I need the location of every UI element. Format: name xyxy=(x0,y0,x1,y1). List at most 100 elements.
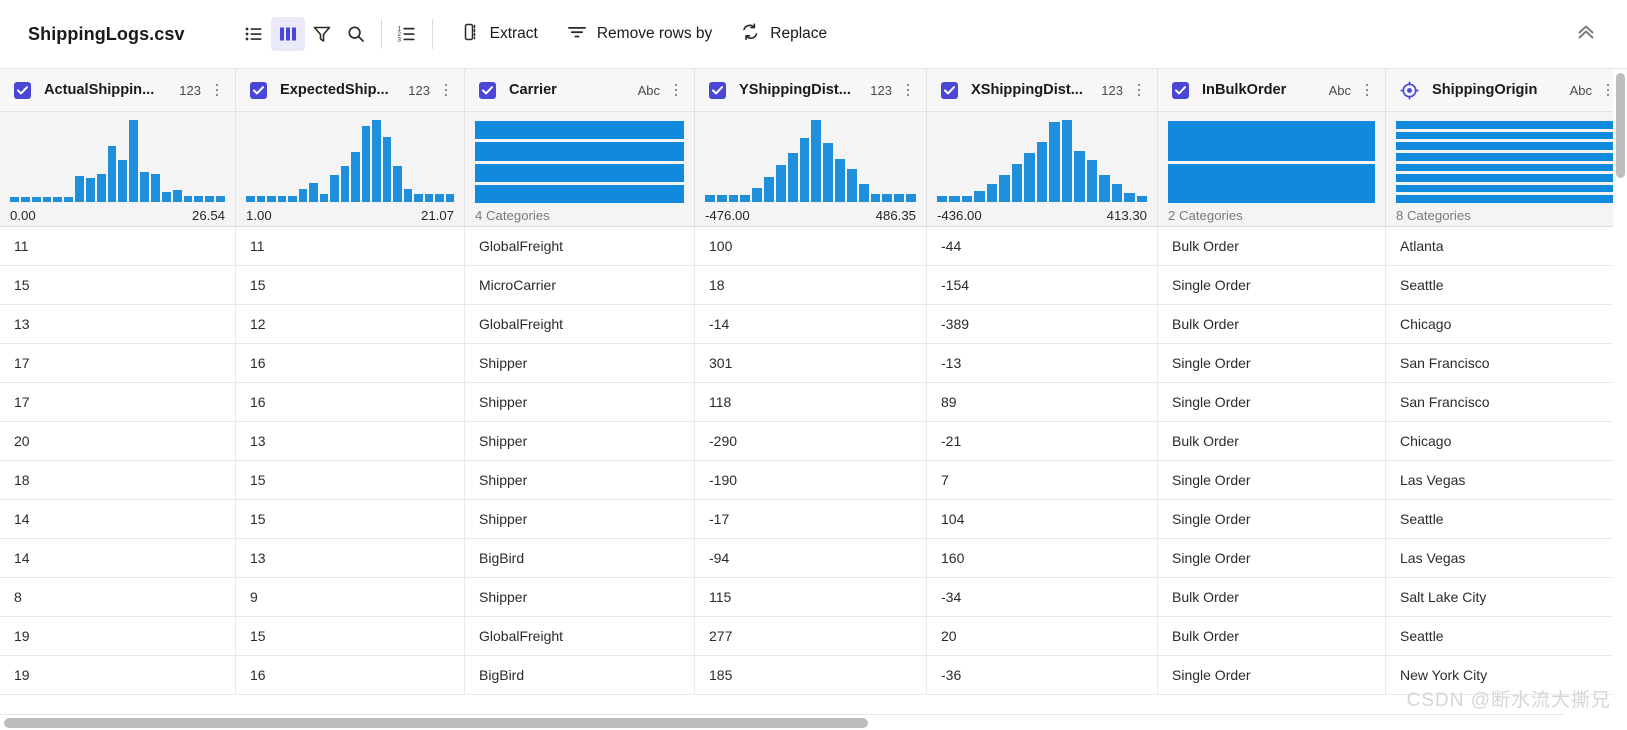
table-cell[interactable]: San Francisco xyxy=(1386,383,1627,421)
table-cell[interactable]: 15 xyxy=(0,266,236,304)
replace-button[interactable]: Replace xyxy=(732,17,835,51)
table-row[interactable]: 13 12 GlobalFreight -14 -389 Bulk Order Chicag… xyxy=(0,305,1627,344)
numbered-list-icon[interactable]: 1 2 3 xyxy=(390,17,424,51)
horizontal-scrollbar-thumb[interactable] xyxy=(4,718,868,728)
table-cell[interactable]: -21 xyxy=(927,422,1158,460)
table-cell[interactable]: Bulk Order xyxy=(1158,422,1386,460)
table-row[interactable]: 19 15 GlobalFreight 277 20 Bulk Order Seattle xyxy=(0,617,1627,656)
table-cell[interactable]: Shipper xyxy=(465,422,695,460)
table-cell[interactable]: 160 xyxy=(927,539,1158,577)
column-checkbox[interactable] xyxy=(479,81,496,99)
table-cell[interactable]: 13 xyxy=(236,422,465,460)
table-cell[interactable]: 9 xyxy=(236,578,465,616)
table-cell[interactable]: Shipper xyxy=(465,500,695,538)
table-row[interactable]: 19 16 BigBird 185 -36 Single Order New York Ci… xyxy=(0,656,1627,695)
table-cell[interactable]: Shipper xyxy=(465,461,695,499)
column-menu-icon[interactable] xyxy=(901,80,915,100)
grid-scroll-area[interactable]: ActualShippin... 123 ExpectedShip... 123 Car… xyxy=(0,69,1627,730)
extract-button[interactable]: Extract xyxy=(453,17,546,51)
table-row[interactable]: 20 13 Shipper -290 -21 Bulk Order Chicago xyxy=(0,422,1627,461)
table-cell[interactable]: Las Vegas xyxy=(1386,461,1627,499)
table-cell[interactable]: -36 xyxy=(927,656,1158,694)
table-cell[interactable]: -34 xyxy=(927,578,1158,616)
table-cell[interactable]: Bulk Order xyxy=(1158,617,1386,655)
table-cell[interactable]: Single Order xyxy=(1158,344,1386,382)
table-cell[interactable]: Bulk Order xyxy=(1158,227,1386,265)
table-row[interactable]: 17 16 Shipper 118 89 Single Order San Francisc… xyxy=(0,383,1627,422)
table-cell[interactable]: Seattle xyxy=(1386,617,1627,655)
table-cell[interactable]: 12 xyxy=(236,305,465,343)
table-cell[interactable]: 301 xyxy=(695,344,927,382)
table-cell[interactable]: -190 xyxy=(695,461,927,499)
table-cell[interactable]: 118 xyxy=(695,383,927,421)
table-cell[interactable]: Seattle xyxy=(1386,500,1627,538)
table-cell[interactable]: Shipper xyxy=(465,578,695,616)
column-header-expectedshippingdays[interactable]: ExpectedShip... 123 xyxy=(236,69,465,111)
table-cell[interactable]: 19 xyxy=(0,617,236,655)
table-row[interactable]: 18 15 Shipper -190 7 Single Order Las Vegas xyxy=(0,461,1627,500)
table-cell[interactable]: San Francisco xyxy=(1386,344,1627,382)
table-cell[interactable]: -94 xyxy=(695,539,927,577)
column-header-xshippingdistance[interactable]: XShippingDist... 123 xyxy=(927,69,1158,111)
column-menu-icon[interactable] xyxy=(210,80,224,100)
column-header-actualshippingdays[interactable]: ActualShippin... 123 xyxy=(0,69,236,111)
remove-rows-by-button[interactable]: Remove rows by xyxy=(558,17,720,51)
column-menu-icon[interactable] xyxy=(1132,80,1146,100)
table-cell[interactable]: 16 xyxy=(236,383,465,421)
table-cell[interactable]: 104 xyxy=(927,500,1158,538)
table-cell[interactable]: 13 xyxy=(0,305,236,343)
table-cell[interactable]: Atlanta xyxy=(1386,227,1627,265)
table-cell[interactable]: 16 xyxy=(236,344,465,382)
filter-icon[interactable] xyxy=(305,17,339,51)
table-cell[interactable]: 185 xyxy=(695,656,927,694)
table-cell[interactable]: Single Order xyxy=(1158,266,1386,304)
table-cell[interactable]: GlobalFreight xyxy=(465,305,695,343)
table-cell[interactable]: Single Order xyxy=(1158,500,1386,538)
column-header-inbulkorder[interactable]: InBulkOrder Abc xyxy=(1158,69,1386,111)
table-cell[interactable]: 17 xyxy=(0,344,236,382)
column-menu-icon[interactable] xyxy=(1360,80,1374,100)
table-cell[interactable]: Single Order xyxy=(1158,656,1386,694)
table-cell[interactable]: 100 xyxy=(695,227,927,265)
table-cell[interactable]: 8 xyxy=(0,578,236,616)
table-cell[interactable]: 19 xyxy=(0,656,236,694)
table-row[interactable]: 15 15 MicroCarrier 18 -154 Single Order Seattl… xyxy=(0,266,1627,305)
column-view-icon[interactable] xyxy=(270,17,305,51)
table-cell[interactable]: Salt Lake City xyxy=(1386,578,1627,616)
table-cell[interactable]: 11 xyxy=(0,227,236,265)
column-header-shippingorigin[interactable]: ShippingOrigin Abc xyxy=(1386,69,1627,111)
table-cell[interactable]: 15 xyxy=(236,266,465,304)
table-cell[interactable]: 14 xyxy=(0,500,236,538)
table-cell[interactable]: 20 xyxy=(927,617,1158,655)
vertical-scrollbar-thumb[interactable] xyxy=(1616,73,1625,178)
table-row[interactable]: 8 9 Shipper 115 -34 Bulk Order Salt Lake City xyxy=(0,578,1627,617)
table-cell[interactable]: GlobalFreight xyxy=(465,617,695,655)
table-cell[interactable]: 15 xyxy=(236,500,465,538)
column-checkbox[interactable] xyxy=(709,81,726,99)
table-cell[interactable]: -13 xyxy=(927,344,1158,382)
table-cell[interactable]: GlobalFreight xyxy=(465,227,695,265)
column-header-yshippingdistance[interactable]: YShippingDist... 123 xyxy=(695,69,927,111)
table-cell[interactable]: -389 xyxy=(927,305,1158,343)
table-cell[interactable]: Bulk Order xyxy=(1158,578,1386,616)
table-cell[interactable]: 15 xyxy=(236,461,465,499)
table-cell[interactable]: Shipper xyxy=(465,383,695,421)
table-cell[interactable]: 14 xyxy=(0,539,236,577)
table-cell[interactable]: 89 xyxy=(927,383,1158,421)
column-checkbox[interactable] xyxy=(1172,81,1189,99)
column-checkbox[interactable] xyxy=(941,81,958,99)
column-header-carrier[interactable]: Carrier Abc xyxy=(465,69,695,111)
column-menu-icon[interactable] xyxy=(439,80,453,100)
table-cell[interactable]: Bulk Order xyxy=(1158,305,1386,343)
table-row[interactable]: 14 13 BigBird -94 160 Single Order Las Vegas xyxy=(0,539,1627,578)
table-cell[interactable]: New York City xyxy=(1386,656,1627,694)
table-cell[interactable]: -14 xyxy=(695,305,927,343)
table-cell[interactable]: 20 xyxy=(0,422,236,460)
table-cell[interactable]: Single Order xyxy=(1158,461,1386,499)
table-cell[interactable]: -154 xyxy=(927,266,1158,304)
table-cell[interactable]: -44 xyxy=(927,227,1158,265)
collapse-panel-button[interactable] xyxy=(1571,19,1601,49)
vertical-scrollbar[interactable] xyxy=(1613,69,1627,730)
table-cell[interactable]: 115 xyxy=(695,578,927,616)
search-icon[interactable] xyxy=(339,17,373,51)
